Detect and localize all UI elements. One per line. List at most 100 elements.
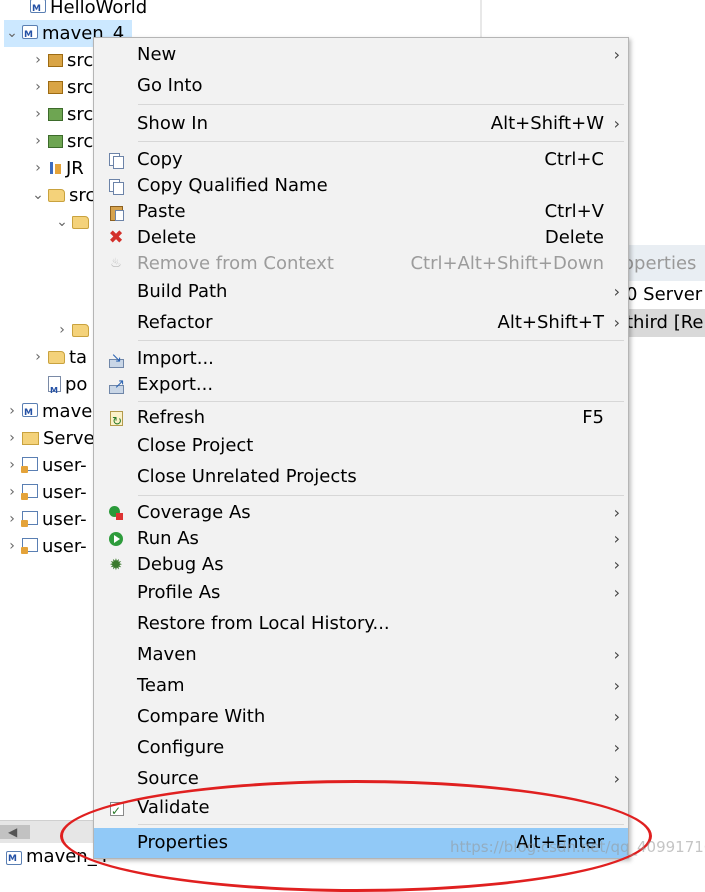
chevron-right-icon[interactable]: › xyxy=(4,506,20,533)
library-icon xyxy=(48,160,62,176)
menu-item-close-unrelated-projects[interactable]: Close Unrelated Projects xyxy=(94,463,628,491)
chevron-right-icon[interactable]: › xyxy=(4,479,20,506)
menu-item-maven[interactable]: Maven › xyxy=(94,641,628,669)
menu-item-shortcut: Alt+Shift+T xyxy=(497,312,604,333)
tree-label: user- xyxy=(42,482,87,503)
chevron-right-icon[interactable]: › xyxy=(4,425,20,452)
tree-row-pom[interactable]: po xyxy=(30,371,88,404)
chevron-right-icon[interactable]: › xyxy=(30,344,46,371)
menu-item-coverage-as[interactable]: Coverage As › xyxy=(94,499,628,527)
tree-label: po xyxy=(65,374,88,395)
tree-row[interactable]: › src xyxy=(30,74,93,101)
tree-row-target[interactable]: › ta xyxy=(30,344,87,371)
tree-row[interactable]: › user- xyxy=(4,452,86,479)
menu-item-compare-with[interactable]: Compare With › xyxy=(94,703,628,731)
tree-row-jre[interactable]: › JR xyxy=(30,155,84,182)
menu-item-new[interactable]: New › xyxy=(94,41,628,69)
chevron-right-icon[interactable]: › xyxy=(4,398,20,425)
chevron-right-icon: › xyxy=(613,313,620,332)
coverage-icon xyxy=(108,505,124,521)
panel-row[interactable]: third [Re xyxy=(616,309,705,337)
menu-item-export[interactable]: Export... xyxy=(94,371,628,399)
tree-label: src xyxy=(67,131,94,152)
debug-bug-icon: ✹ xyxy=(109,555,123,574)
menu-item-delete[interactable]: ✖ Delete Delete xyxy=(94,224,628,252)
menu-item-copy[interactable]: Copy Ctrl+C xyxy=(94,146,628,174)
chevron-right-icon: › xyxy=(613,707,620,726)
menu-item-import[interactable]: Import... xyxy=(94,345,628,373)
menu-item-paste[interactable]: Paste Ctrl+V xyxy=(94,198,628,226)
chevron-right-icon[interactable]: › xyxy=(30,74,46,101)
menu-item-shortcut: Ctrl+V xyxy=(544,201,604,222)
menu-separator xyxy=(138,401,624,402)
tree-row[interactable]: › user- xyxy=(4,533,86,560)
menu-item-label: Refresh xyxy=(137,407,205,428)
chevron-right-icon[interactable]: › xyxy=(4,452,20,479)
chevron-right-icon[interactable]: › xyxy=(30,47,46,74)
menu-item-label: Remove from Context xyxy=(137,253,334,274)
source-folder-icon xyxy=(48,54,63,67)
scroll-left-icon[interactable]: ◀ xyxy=(8,821,17,843)
menu-item-label: Export... xyxy=(137,374,214,395)
chevron-down-icon[interactable]: ⌄ xyxy=(54,209,70,236)
menu-item-label: Debug As xyxy=(137,554,224,575)
chevron-right-icon[interactable]: › xyxy=(4,533,20,560)
menu-item-refactor[interactable]: Refactor Alt+Shift+T › xyxy=(94,309,628,337)
tree-row[interactable]: › user- xyxy=(4,479,87,506)
chevron-right-icon[interactable]: › xyxy=(30,155,46,182)
menu-item-label: Copy xyxy=(137,149,183,170)
chevron-right-icon: › xyxy=(613,769,620,788)
tree-row-servers[interactable]: › Serve xyxy=(4,425,94,452)
menu-item-go-into[interactable]: Go Into xyxy=(94,72,628,100)
menu-item-profile-as[interactable]: Profile As › xyxy=(94,579,628,607)
menu-item-refresh[interactable]: Refresh F5 xyxy=(94,404,628,435)
menu-item-label: Copy Qualified Name xyxy=(137,175,328,196)
menu-item-restore-from-local-history[interactable]: Restore from Local History... xyxy=(94,610,628,638)
maven-project-icon xyxy=(22,22,38,49)
tree-row[interactable]: › src xyxy=(30,128,93,155)
panel-row[interactable]: 0 Server a xyxy=(616,281,705,309)
annotation-ellipse xyxy=(60,780,652,892)
tree-row[interactable]: › mave xyxy=(4,398,92,427)
menu-item-close-project[interactable]: Close Project xyxy=(94,432,628,460)
folder-icon xyxy=(48,351,65,364)
menu-item-copy-qualified-name[interactable]: Copy Qualified Name xyxy=(94,172,628,200)
watermark: https://blog.csdn.net/qq_40991716 xyxy=(450,838,705,856)
project-icon xyxy=(21,511,38,527)
chevron-right-icon[interactable]: › xyxy=(30,128,46,155)
tree-row[interactable]: ⌄ xyxy=(54,209,93,236)
menu-item-label: Paste xyxy=(137,201,186,222)
refresh-icon xyxy=(108,407,124,435)
chevron-right-icon: › xyxy=(613,676,620,695)
tree-row-helloworld[interactable]: HelloWorld xyxy=(12,0,147,23)
export-icon xyxy=(108,371,125,399)
chevron-right-icon[interactable]: › xyxy=(54,317,70,344)
tree-row[interactable]: › src xyxy=(30,47,93,74)
project-icon xyxy=(21,457,38,473)
menu-item-configure[interactable]: Configure › xyxy=(94,734,628,762)
chevron-down-icon[interactable]: ⌄ xyxy=(4,20,20,47)
menu-item-team[interactable]: Team › xyxy=(94,672,628,700)
tree-row[interactable]: › user- xyxy=(4,506,86,533)
menu-item-build-path[interactable]: Build Path › xyxy=(94,278,628,306)
tab-properties[interactable]: operties xyxy=(616,245,705,281)
menu-item-shortcut: Ctrl+C xyxy=(544,149,604,170)
menu-item-show-in[interactable]: Show In Alt+Shift+W › xyxy=(94,110,628,138)
tree-label: JR xyxy=(66,158,84,179)
folder-icon xyxy=(22,432,39,445)
tree-row[interactable]: ⌄ src xyxy=(30,182,95,209)
tree-row[interactable]: › xyxy=(54,317,93,344)
chevron-right-icon[interactable]: › xyxy=(30,101,46,128)
tree-row[interactable]: › src xyxy=(30,101,93,128)
menu-item-label: Maven xyxy=(137,644,197,665)
menu-item-label: Compare With xyxy=(137,706,266,727)
tree-label: src xyxy=(67,77,94,98)
chevron-down-icon[interactable]: ⌄ xyxy=(30,182,46,209)
menu-item-run-as[interactable]: Run As › xyxy=(94,525,628,553)
menu-item-debug-as[interactable]: ✹ Debug As › xyxy=(94,551,628,579)
menu-separator xyxy=(138,340,624,341)
folder-open-icon xyxy=(72,216,89,229)
delete-icon: ✖ xyxy=(108,227,124,248)
test-source-folder-icon xyxy=(48,135,63,148)
maven-project-icon xyxy=(30,0,46,23)
